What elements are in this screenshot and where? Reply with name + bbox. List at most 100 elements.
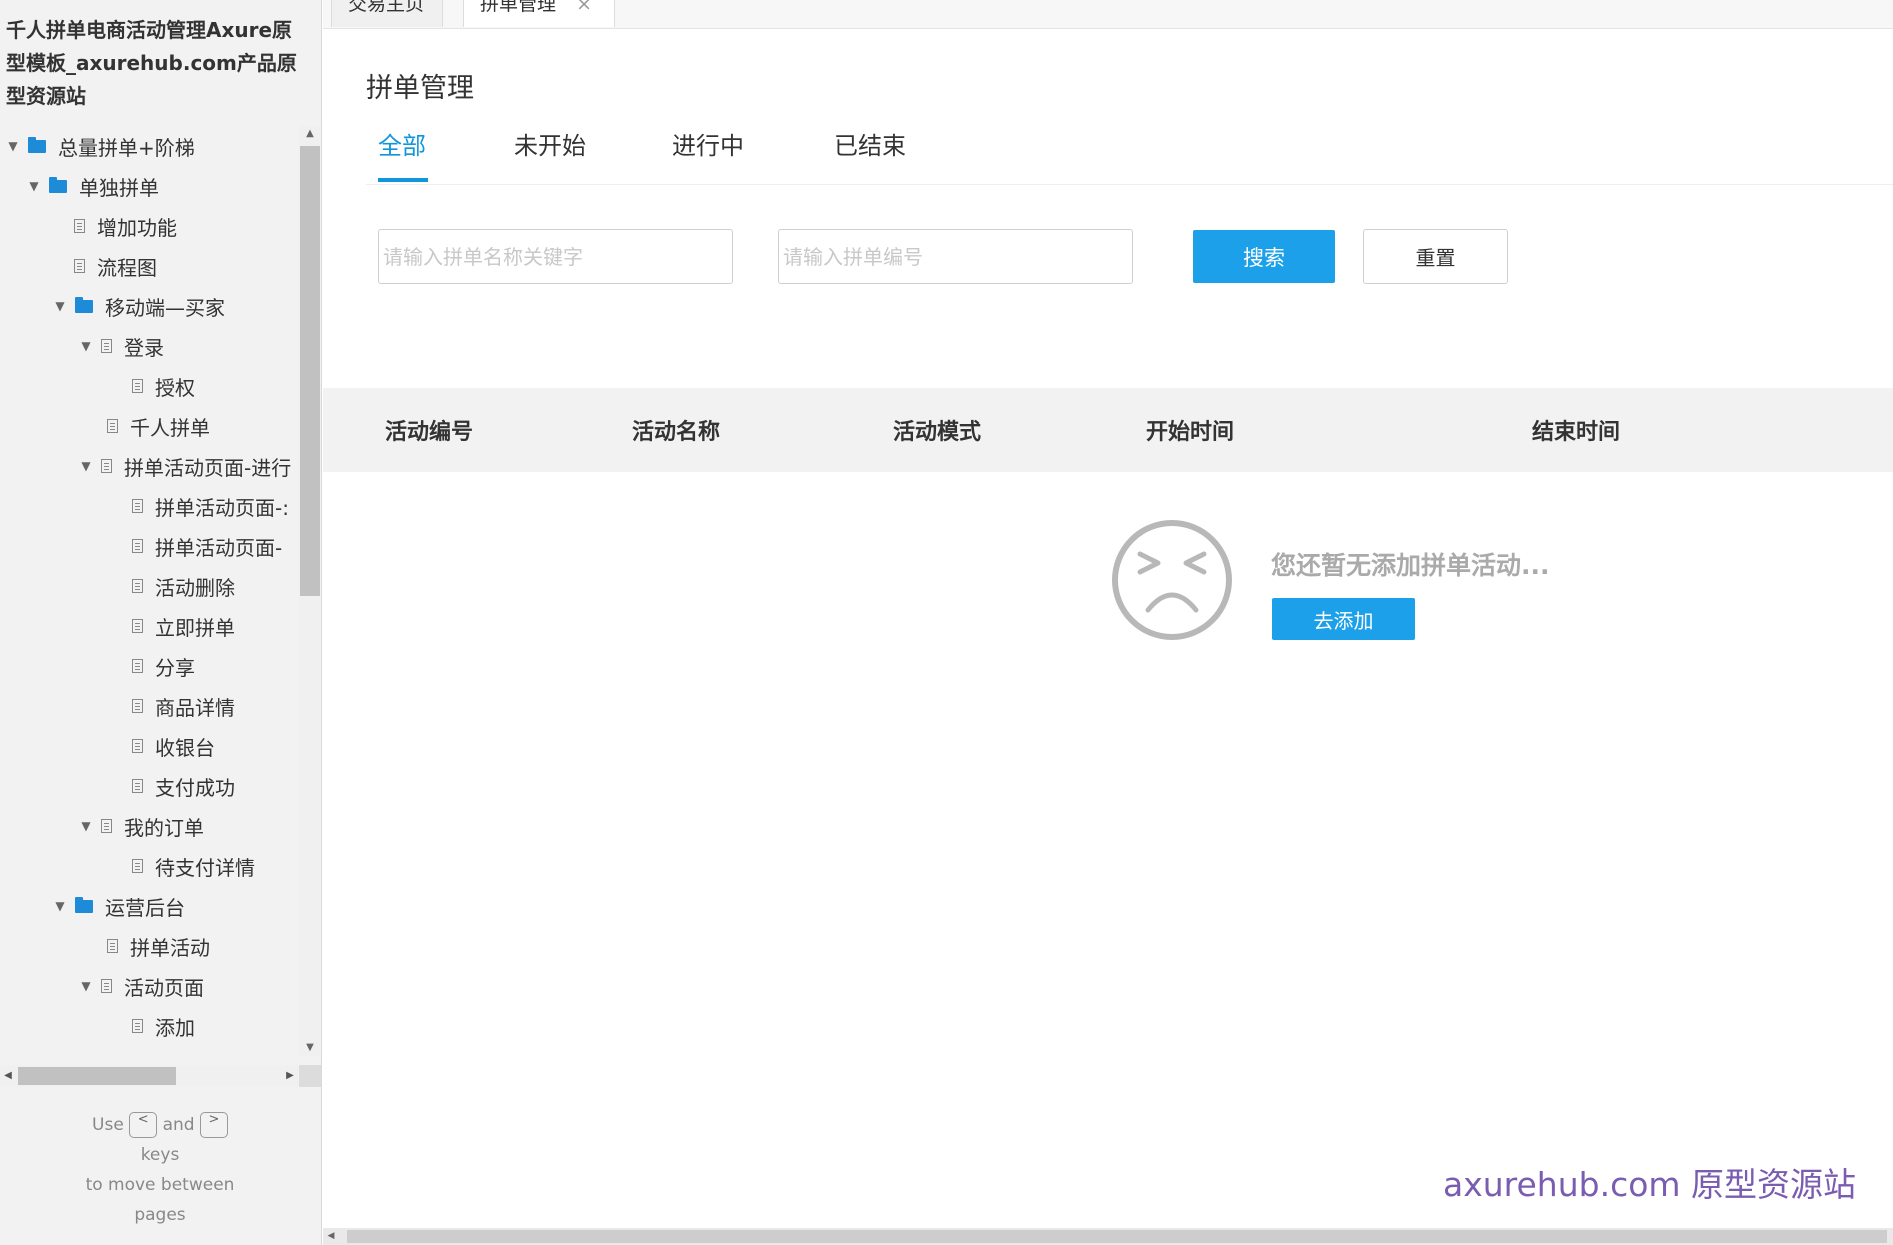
tree-item-登录[interactable]: ▼ 登录 [79,326,164,366]
tree-item-分享[interactable]: 分享 [124,646,195,686]
tree-item-label: 千人拼单 [130,415,210,440]
tree-item-运营后台[interactable]: ▼ 运营后台 [53,886,185,926]
tab-not-started[interactable]: 未开始 [514,126,586,161]
tree-item-活动页面[interactable]: ▼ 活动页面 [79,966,204,1006]
tree-item-单独拼单[interactable]: ▼ 单独拼单 [27,166,159,206]
tree-item-立即拼单[interactable]: 立即拼单 [124,606,235,646]
close-icon[interactable]: × [576,0,592,15]
scrollbar-thumb[interactable] [18,1067,176,1085]
tab-in-progress[interactable]: 进行中 [672,126,744,161]
page-icon [132,539,143,553]
tree-item-收银台[interactable]: 收银台 [124,726,215,766]
tree-item-拼单活动[interactable]: 拼单活动 [99,926,210,966]
sitemap-sidebar: 千人拼单电商活动管理Axure原型模板_axurehub.com产品原型资源站 … [0,0,322,1245]
expand-arrow-icon[interactable]: ▼ [53,899,67,913]
tree-item-label: 单独拼单 [79,175,159,200]
sad-face-icon [1110,518,1234,646]
expand-arrow-icon[interactable]: ▼ [79,459,93,473]
scrollbar-thumb[interactable] [347,1230,1887,1243]
reset-button[interactable]: 重置 [1363,229,1508,284]
page-title: 拼单管理 [366,73,474,104]
search-button[interactable]: 搜索 [1193,230,1335,283]
tree-item-label: 活动删除 [155,575,235,600]
scroll-right-arrow-icon[interactable]: ▶ [282,1065,298,1087]
tree-item-label: 立即拼单 [155,615,235,640]
tree-item-label: 拼单活动页面-进行 [124,455,292,480]
tree-item-流程图[interactable]: 流程图 [66,246,157,286]
expand-arrow-icon[interactable]: ▼ [6,139,20,153]
name-keyword-input[interactable] [378,229,733,284]
scroll-up-arrow-icon[interactable]: ▲ [299,126,321,142]
tree-item-拼单活动页面-2[interactable]: 拼单活动页面- [124,526,282,566]
column-header: 活动编号 [385,420,474,445]
tree-item-增加功能[interactable]: 增加功能 [66,206,177,246]
expand-arrow-icon[interactable]: ▼ [79,819,93,833]
column-header: 结束时间 [1532,420,1621,445]
tab-all[interactable]: 全部 [378,126,426,161]
tree-item-label: 待支付详情 [155,855,255,880]
tree-item-活动删除[interactable]: 活动删除 [124,566,235,606]
page-icon [132,379,143,393]
folder-icon [75,896,93,913]
tree-item-label: 支付成功 [155,775,235,800]
page-icon [74,219,85,233]
tree-item-拼单活动页面-进行[interactable]: ▼ 拼单活动页面-进行 [79,446,291,486]
main-horizontal-scrollbar[interactable]: ◀ [323,1228,1893,1245]
tree-item-支付成功[interactable]: 支付成功 [124,766,235,806]
tree-item-千人拼单[interactable]: 千人拼单 [99,406,210,446]
tree-item-label: 活动页面 [124,975,204,1000]
scroll-left-arrow-icon[interactable]: ◀ [0,1065,16,1087]
page-icon [132,779,143,793]
scroll-down-arrow-icon[interactable]: ▼ [299,1040,321,1056]
scrollbar-thumb[interactable] [300,146,320,596]
page-icon [74,259,85,273]
column-header: 活动名称 [632,420,721,445]
go-add-button[interactable]: 去添加 [1272,598,1415,640]
scroll-left-arrow-icon[interactable]: ◀ [323,1228,339,1245]
keyboard-hint: Use < and > keys to move between pages [40,1110,280,1230]
tree-item-授权[interactable]: 授权 [124,366,195,406]
tab-divider [366,184,1893,185]
page-icon [101,819,112,833]
tree-item-label: 分享 [155,655,195,680]
tab-label: 拼单管理 [480,0,557,15]
page-icon [101,459,112,473]
page-icon [101,339,112,353]
expand-arrow-icon[interactable]: ▼ [79,979,93,993]
page-icon [132,579,143,593]
sidebar-vertical-scrollbar[interactable]: ▲ ▼ [299,126,321,1056]
project-title: 千人拼单电商活动管理Axure原型模板_axurehub.com产品原型资源站 [6,18,297,108]
folder-icon [28,136,46,153]
tree-item-label: 移动端—买家 [105,295,225,320]
page-icon [132,739,143,753]
tree-item-我的订单[interactable]: ▼ 我的订单 [79,806,204,846]
page-icon [132,699,143,713]
tree-item-label: 拼单活动 [130,935,210,960]
tree-item-移动端买家[interactable]: ▼ 移动端—买家 [53,286,225,326]
tree-item-总量拼单[interactable]: ▼ 总量拼单+阶梯 [6,126,195,166]
page-icon [132,499,143,513]
tree-item-label: 添加 [155,1015,195,1040]
tab-ended[interactable]: 已结束 [834,126,906,161]
hint-use: Use [92,1115,124,1135]
tree-item-label: 运营后台 [105,895,185,920]
hint-keys: keys [140,1145,180,1165]
sidebar-horizontal-scrollbar[interactable]: ◀ ▶ [0,1065,298,1087]
column-header: 开始时间 [1146,420,1235,445]
expand-arrow-icon[interactable]: ▼ [27,179,41,193]
tree-item-拼单活动页面-1[interactable]: 拼单活动页面-: [124,486,289,526]
page-icon [107,419,118,433]
group-id-input[interactable] [778,229,1133,284]
tree-item-商品详情[interactable]: 商品详情 [124,686,235,726]
expand-arrow-icon[interactable]: ▼ [79,339,93,353]
empty-state-message: 您还暂无添加拼单活动... [1271,551,1550,580]
tree-item-待支付详情[interactable]: 待支付详情 [124,846,255,886]
tree-item-label: 总量拼单+阶梯 [58,135,195,160]
tree-item-添加[interactable]: 添加 [124,1006,195,1046]
page-icon [132,859,143,873]
tab-拼单管理[interactable]: 拼单管理 × [463,0,615,27]
tab-交易主页[interactable]: 交易主页 [331,0,443,27]
page-icon [132,619,143,633]
window-tab-bar: 交易主页 拼单管理 × [323,0,1893,29]
expand-arrow-icon[interactable]: ▼ [53,299,67,313]
